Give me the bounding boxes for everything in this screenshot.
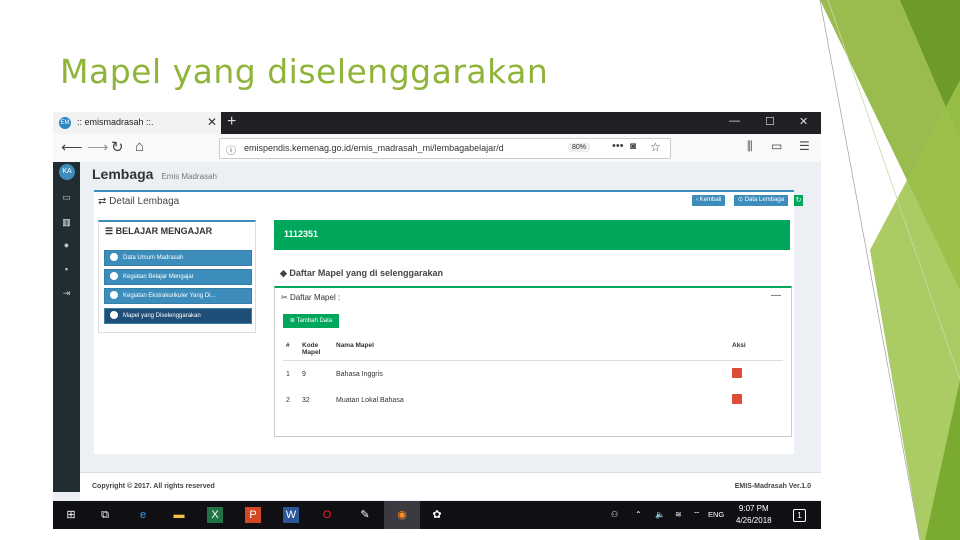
back-button[interactable]: ‹ Kembali <box>692 195 726 206</box>
page-title: Lembaga Emis Madrasah <box>92 166 217 182</box>
left-menu-panel: ☰ BELAJAR MENGAJAR Data Umum Madrasah Ke… <box>98 220 256 333</box>
wifi-icon[interactable]: ⌔ <box>693 510 701 520</box>
chevron-up-icon[interactable]: ⌃ <box>635 510 642 519</box>
user-icon[interactable]: ● <box>61 240 72 250</box>
language-indicator[interactable]: ENG <box>708 510 724 519</box>
browser-toolbar: ⟵ ⟶ ↻ ⌂ ⓘ emispendis.kemenag.go.id/emis_… <box>53 134 821 163</box>
circle-icon <box>110 291 118 300</box>
browser-tab-bar: EM :: emismadrasah ::. ✕ + — ☐ ✕ <box>53 112 821 134</box>
screenshot: EM :: emismadrasah ::. ✕ + — ☐ ✕ ⟵ ⟶ ↻ ⌂… <box>53 112 821 529</box>
favicon-icon: EM <box>59 117 71 129</box>
menu-item-kbm[interactable]: Kegiatan Belajar Mengajar <box>104 269 252 285</box>
add-data-button[interactable]: ⊕ Tambah Data <box>283 314 339 328</box>
info-icon[interactable]: ⓘ <box>226 142 236 157</box>
app-icon[interactable]: ✎ <box>357 507 373 523</box>
detail-box: ⇄ Detail Lembaga ‹ Kembali ⊙ Data Lembag… <box>94 190 803 454</box>
network-icon[interactable]: ≋ <box>675 510 682 519</box>
copyright-text: Copyright © 2017. All rights reserved <box>92 483 215 490</box>
mapel-table: # Kode Mapel Nama Mapel Aksi 1 9 Bahasa … <box>283 338 783 413</box>
maximize-icon[interactable]: ☐ <box>765 115 775 128</box>
col-aksi: Aksi <box>729 338 783 361</box>
volume-icon[interactable]: 🔈 <box>655 510 665 519</box>
delete-icon[interactable] <box>732 368 742 378</box>
col-no: # <box>283 338 299 361</box>
refresh-button[interactable]: ↻ <box>794 195 803 206</box>
left-panel-title: ☰ BELAJAR MENGAJAR <box>105 226 213 236</box>
home-icon[interactable]: ⌂ <box>135 138 144 155</box>
page-actions-icon[interactable]: ••• <box>612 140 624 152</box>
edge-icon[interactable]: e <box>135 507 151 523</box>
app-sidebar: KA ▭ ▥ ● ▪ ⇥ <box>53 162 80 492</box>
menu-item-mapel[interactable]: Mapel yang Diselenggarakan <box>104 308 252 324</box>
powerpoint-icon[interactable]: P <box>245 507 261 523</box>
clock[interactable]: 9:07 PM 4/26/2018 <box>736 503 772 527</box>
word-icon[interactable]: W <box>283 507 299 523</box>
users-icon[interactable]: ▪ <box>61 264 72 274</box>
app2-icon[interactable]: ✿ <box>429 507 445 523</box>
excel-icon[interactable]: X <box>207 507 223 523</box>
star-icon[interactable]: ☆ <box>650 140 661 154</box>
zoom-indicator[interactable]: 80% <box>568 143 591 152</box>
data-lembaga-button[interactable]: ⊙ Data Lembaga <box>734 195 789 206</box>
reader-icon[interactable]: ▭ <box>771 139 782 153</box>
back-icon[interactable]: ⟵ <box>61 138 83 156</box>
people-icon[interactable]: ⚇ <box>611 510 618 519</box>
col-nama: Nama Mapel <box>333 338 729 361</box>
avatar[interactable]: KA <box>59 164 75 180</box>
menu-item-ekstrakurikuler[interactable]: Kegiatan Ekstrakurikuler Yang Di... <box>104 288 252 304</box>
window-close-icon[interactable]: ✕ <box>799 115 808 128</box>
list-panel-title: ✂ Daftar Mapel : <box>281 293 341 302</box>
monitor-icon[interactable]: ▭ <box>61 192 72 202</box>
firefox-icon[interactable]: ◉ <box>394 507 410 523</box>
address-url: emispendis.kemenag.go.id/emis_madrasah_m… <box>244 143 504 153</box>
task-view-icon[interactable]: ⧉ <box>97 507 113 523</box>
tab-title: :: emismadrasah ::. <box>77 117 154 127</box>
table-row: 2 32 Muatan Lokal Bahasa <box>283 387 783 413</box>
version-text: EMIS-Madrasah Ver.1.0 <box>734 483 811 490</box>
library-icon[interactable]: ⫼ <box>747 139 753 154</box>
reload-icon[interactable]: ↻ <box>111 138 124 156</box>
col-kode: Kode Mapel <box>299 338 333 361</box>
opera-icon[interactable]: O <box>319 507 335 523</box>
section-heading: ◆ Daftar Mapel yang di selenggarakan <box>280 268 443 278</box>
main-content: Lembaga Emis Madrasah ⇄ Detail Lembaga ‹… <box>80 162 821 492</box>
page-subtitle: Emis Madrasah <box>161 172 217 181</box>
delete-icon[interactable] <box>732 394 742 404</box>
logout-icon[interactable]: ⇥ <box>61 288 72 298</box>
menu-icon[interactable]: ☰ <box>799 139 810 153</box>
circle-icon <box>110 253 118 262</box>
minimize-icon[interactable]: — <box>729 115 740 127</box>
circle-icon <box>110 311 118 320</box>
table-row: 1 9 Bahasa Inggris <box>283 361 783 388</box>
windows-start-icon[interactable]: ⊞ <box>63 507 79 523</box>
pocket-icon[interactable]: ◙ <box>630 141 636 152</box>
tab-close-icon[interactable]: ✕ <box>207 115 217 129</box>
notification-icon[interactable]: 1 <box>793 509 806 522</box>
menu-item-data-umum[interactable]: Data Umum Madrasah <box>104 250 252 266</box>
app-footer: Copyright © 2017. All rights reserved EM… <box>80 472 821 500</box>
slide-title: Mapel yang diselenggarakan <box>60 52 549 91</box>
circle-icon <box>110 272 118 281</box>
mapel-list-panel: ✂ Daftar Mapel : — ⊕ Tambah Data # Kode … <box>274 286 792 437</box>
browser-tab[interactable]: EM :: emismadrasah ::. ✕ <box>53 112 221 134</box>
institution-banner: 1112351 <box>274 220 790 250</box>
box-title: ⇄ Detail Lembaga <box>98 196 180 207</box>
windows-taskbar: ⊞ ⧉ e ▬ X P W O ✎ ◉ ✿ ⚇ ⌃ 🔈 ≋ ⌔ ENG 9:07… <box>53 501 821 529</box>
address-bar[interactable]: ⓘ emispendis.kemenag.go.id/emis_madrasah… <box>219 138 671 159</box>
institution-id: 1112351 <box>284 229 319 239</box>
new-tab-icon[interactable]: + <box>227 113 236 131</box>
file-explorer-icon[interactable]: ▬ <box>171 507 187 523</box>
institution-icon[interactable]: ▥ <box>61 217 72 227</box>
collapse-icon[interactable]: — <box>771 290 781 301</box>
forward-icon[interactable]: ⟶ <box>87 138 109 156</box>
